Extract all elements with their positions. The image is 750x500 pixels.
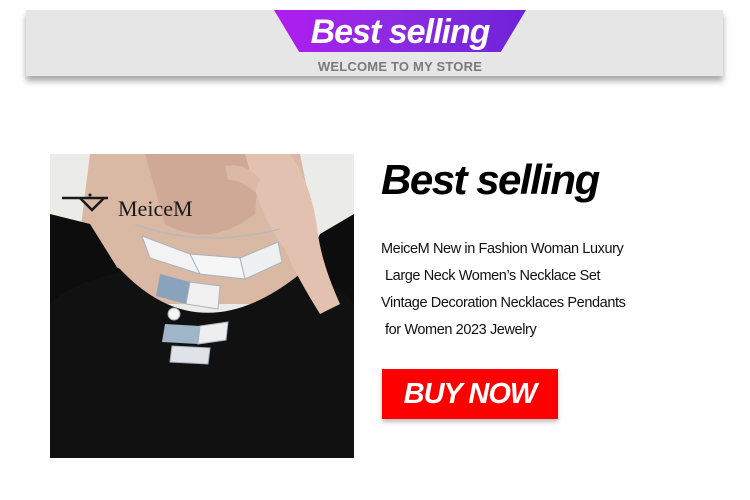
description-line: Vintage Decoration Necklaces Pendants — [381, 295, 626, 311]
section-title: Best selling — [381, 156, 600, 203]
buy-now-button[interactable]: BUY NOW — [382, 369, 558, 419]
description-line: Large Neck Women’s Necklace Set — [385, 268, 601, 284]
header-banner: Best selling WELCOME TO MY STORE — [26, 10, 723, 76]
header-title: Best selling — [310, 13, 491, 51]
product-image[interactable]: MeiceM — [50, 154, 354, 458]
product-description: MeiceM New in Fashion Woman Luxury Large… — [381, 236, 681, 344]
brand-name: MeiceM — [118, 196, 193, 221]
description-line: MeiceM New in Fashion Woman Luxury — [381, 241, 624, 257]
brand-logo-icon — [62, 193, 108, 212]
brand-logo: MeiceM — [58, 176, 218, 221]
description-line: for Women 2023 Jewelry — [385, 322, 537, 338]
header-subtitle: WELCOME TO MY STORE — [317, 59, 483, 74]
